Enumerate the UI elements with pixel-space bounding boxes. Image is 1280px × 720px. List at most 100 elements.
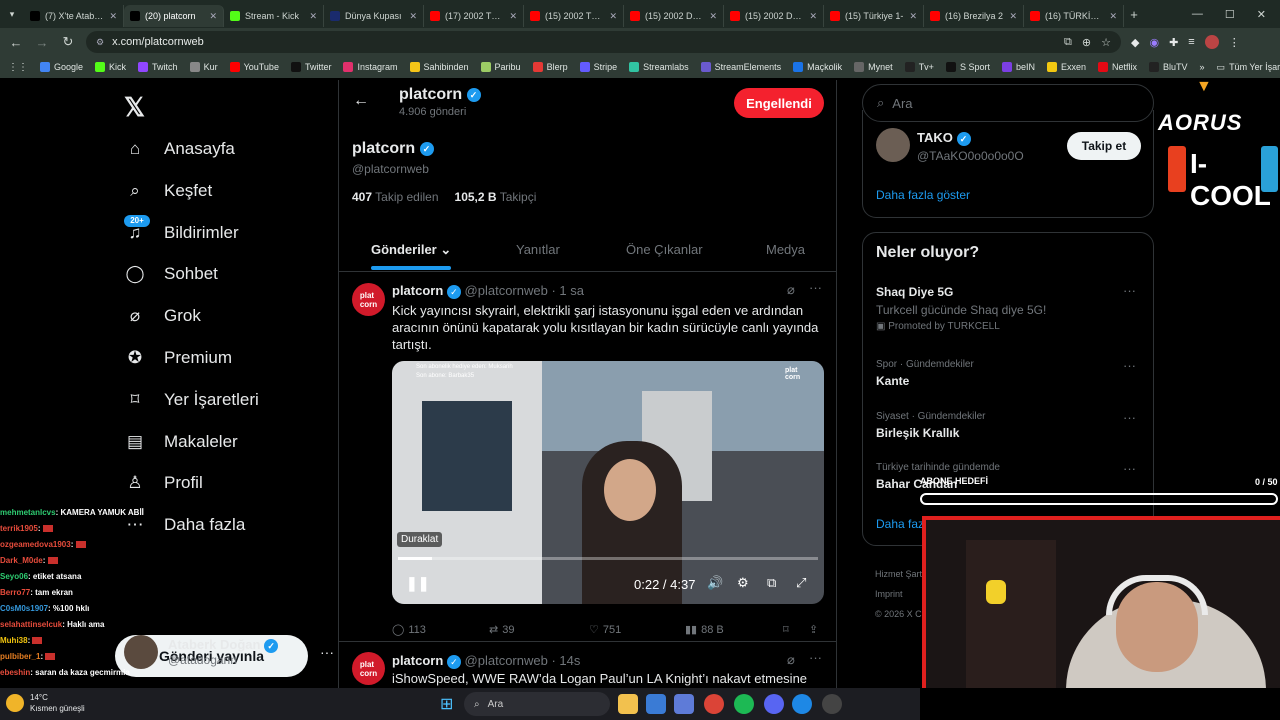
bookmark-item[interactable]: Instagram (343, 62, 398, 72)
file-explorer-icon[interactable] (618, 694, 638, 714)
nav-item-premium[interactable]: ✪ Premium (124, 347, 232, 369)
zoom-icon[interactable]: ⊕ (1082, 36, 1091, 49)
bookmark-item[interactable]: Tv+ (904, 62, 934, 72)
tweet-author-name[interactable]: platcorn (392, 283, 443, 298)
follow-button[interactable]: Takip et (1067, 132, 1141, 160)
tab-close-icon[interactable]: ✕ (809, 11, 817, 22)
show-more-link[interactable]: Daha fazla göster (876, 188, 970, 202)
tab-replies[interactable]: Yanıtlar (516, 242, 560, 257)
bookmark-item[interactable]: Twitter (290, 62, 331, 72)
bookmark-item[interactable]: StreamElements (700, 62, 781, 72)
nav-item-chat[interactable]: ◯ Sohbet (124, 263, 217, 285)
more-dots-icon[interactable]: ··· (809, 280, 822, 295)
fullscreen-icon[interactable]: ⤢ (796, 575, 806, 591)
apps-grid-icon[interactable]: ⋮⋮ (8, 62, 28, 73)
browser-tab[interactable]: Stream - Kick ✕ (224, 5, 324, 27)
tab-close-icon[interactable]: ✕ (1009, 11, 1017, 22)
app-icon[interactable] (674, 694, 694, 714)
spotify-icon[interactable] (734, 694, 754, 714)
dock-video-icon[interactable]: ⧉ (767, 575, 776, 591)
bookmark-item[interactable]: BluTV (1149, 62, 1188, 72)
browser-tab[interactable]: (16) Brezilya 2 ✕ (924, 5, 1024, 27)
tab-media[interactable]: Medya (766, 242, 805, 257)
suggest-avatar[interactable] (876, 128, 910, 162)
bookmark-button[interactable]: ⌑ (783, 623, 789, 636)
weather-widget[interactable]: 14°C Kısmen güneşli (6, 692, 85, 714)
browser-tab[interactable]: (15) Türkiye 1- ✕ (824, 5, 924, 27)
tweet[interactable]: plat corn platcorn ✓ @platcornweb · 1 sa … (339, 272, 836, 642)
all-bookmarks-folder[interactable]: ▭Tüm Yer İşaretleri (1217, 62, 1280, 73)
following-link[interactable]: 407 Takip edilen (352, 190, 439, 204)
bookmark-item[interactable]: Paribu (480, 62, 521, 72)
suggest-name[interactable]: TAKO (917, 130, 953, 145)
forward-icon[interactable]: → (34, 35, 50, 50)
bookmark-star-icon[interactable]: ☆ (1101, 36, 1111, 49)
app-icon[interactable] (646, 694, 666, 714)
settings-gear-icon[interactable]: ⚙ (737, 575, 749, 591)
nav-item-home[interactable]: ⌂ Anasayfa (124, 138, 235, 160)
tweet-time[interactable]: · 1 sa (551, 283, 584, 298)
more-dots-icon[interactable]: ··· (809, 650, 822, 665)
tab-close-icon[interactable]: ✕ (909, 11, 917, 22)
bookmark-item[interactable]: Mynet (854, 62, 893, 72)
tweet-author-handle[interactable]: @platcornweb (465, 283, 548, 298)
bookmark-item[interactable]: Exxen (1046, 62, 1086, 72)
new-tab-button[interactable]: + (1124, 7, 1144, 22)
discord-icon[interactable] (764, 694, 784, 714)
browser-tab[interactable]: (20) platcorn ✕ (124, 5, 224, 27)
obs-icon[interactable] (822, 694, 842, 714)
trend-item[interactable]: Siyaset · Gündemdekiler Birleşik Krallık (876, 411, 986, 440)
tweet-author-name[interactable]: platcorn (392, 653, 443, 668)
browser-tab[interactable]: (15) 2002 Düny ✕ (624, 5, 724, 27)
site-info-icon[interactable]: ⚙ (96, 37, 104, 48)
tab-close-icon[interactable]: ✕ (409, 11, 417, 22)
bookmark-item[interactable]: Blerp (532, 62, 568, 72)
browser-menu-icon[interactable]: ⋮ (1229, 36, 1240, 49)
back-icon[interactable]: ← (8, 35, 24, 50)
tweet-author-handle[interactable]: @platcornweb (465, 653, 548, 668)
extensions-puzzle-icon[interactable]: ✚ (1169, 36, 1178, 49)
profile-avatar-icon[interactable] (1204, 35, 1219, 49)
tab-close-icon[interactable]: ✕ (509, 11, 517, 22)
tab-close-icon[interactable]: ✕ (609, 11, 617, 22)
nav-item-search[interactable]: ⌕ Keşfet (124, 180, 212, 202)
url-bar[interactable]: ⚙ x.com/platcornweb ⧉ ⊕ ☆ (86, 31, 1121, 53)
like-button[interactable]: ♡ 751 (589, 623, 621, 637)
bookmark-item[interactable]: Sahibinden (409, 62, 469, 72)
browser-tab[interactable]: (16) TÜRKİYE 4 ✕ (1024, 5, 1124, 27)
close-window-icon[interactable]: ✕ (1257, 8, 1266, 21)
tweet[interactable]: plat corn platcorn ✓ @platcornweb · 14s ⌀… (339, 643, 836, 688)
browser-tab[interactable]: Dünya Kupası ✕ (324, 5, 424, 27)
tab-list-icon[interactable]: ▾ (0, 9, 24, 20)
trend-item[interactable]: Shaq Diye 5G Turkcell gücünde Shaq diye … (876, 285, 1046, 332)
back-arrow-icon[interactable]: ← (353, 92, 369, 110)
tab-highlights[interactable]: Öne Çıkanlar (626, 242, 703, 257)
more-dots-icon[interactable]: ··· (1123, 410, 1136, 425)
bookmark-item[interactable]: Google (40, 62, 83, 72)
tweet-avatar[interactable]: plat corn (352, 283, 385, 316)
pause-icon[interactable]: ❚❚ (406, 575, 429, 592)
reply-button[interactable]: ◯ 113 (392, 623, 426, 637)
tab-close-icon[interactable]: ✕ (709, 11, 717, 22)
tab-close-icon[interactable]: ✕ (1109, 11, 1117, 22)
tab-close-icon[interactable]: ✕ (309, 11, 317, 22)
maximize-icon[interactable]: ☐ (1225, 8, 1235, 21)
app-icon[interactable] (792, 694, 812, 714)
grok-icon[interactable]: ⌀ (787, 652, 795, 668)
x-logo-icon[interactable]: 𝕏 (124, 92, 145, 123)
nav-item-profile[interactable]: ♙ Profil (124, 472, 202, 494)
minimize-icon[interactable]: — (1192, 8, 1203, 21)
bookmark-item[interactable]: Stripe (579, 62, 617, 72)
bookmark-item[interactable]: Streamlabs (629, 62, 689, 72)
browser-tab[interactable]: (15) 2002 TÜRK ✕ (524, 5, 624, 27)
chrome-icon[interactable] (704, 694, 724, 714)
browser-tab[interactable]: (15) 2002 DÜN ✕ (724, 5, 824, 27)
extension-icon[interactable]: ◆ (1131, 36, 1139, 49)
tab-posts[interactable]: Gönderiler ⌄ (371, 242, 451, 258)
install-app-icon[interactable]: ⧉ (1064, 36, 1072, 49)
bookmark-item[interactable]: Netflix (1098, 62, 1137, 72)
nav-item-grok[interactable]: ⌀ Grok (124, 305, 201, 327)
tab-close-icon[interactable]: ✕ (209, 11, 217, 22)
bookmark-item[interactable]: YouTube (229, 62, 279, 72)
share-button[interactable]: ⇪ (809, 623, 818, 636)
